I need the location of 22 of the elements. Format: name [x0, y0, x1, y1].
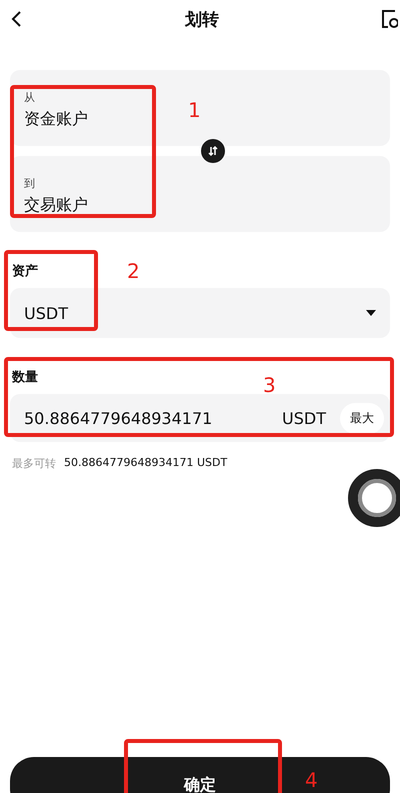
- max-button[interactable]: 最大: [340, 402, 384, 434]
- floating-ring-icon[interactable]: [347, 468, 400, 528]
- annotation-number: 1: [188, 98, 201, 122]
- account-name: 资金账户: [24, 109, 88, 130]
- unit-label: USDT: [282, 408, 326, 428]
- amount-field[interactable]: 50.8864779648934171 USDT 最大: [10, 394, 390, 442]
- annotation-number: 2: [127, 259, 140, 283]
- max-transfer-value: 50.8864779648934171 USDT: [64, 456, 228, 471]
- record-icon[interactable]: [380, 8, 398, 30]
- asset-label: 资产: [12, 262, 38, 280]
- asset-dropdown[interactable]: USDT: [10, 288, 390, 338]
- page-title: 划转: [185, 8, 219, 30]
- account-label: 到: [24, 176, 35, 191]
- account-label: 从: [24, 90, 35, 105]
- swap-arrows-icon: [207, 145, 219, 157]
- amount-label: 数量: [12, 369, 38, 386]
- annotation-number: 4: [305, 768, 318, 792]
- dropdown-caret-icon: [366, 310, 376, 316]
- account-selector[interactable]: 到 交易账户: [10, 156, 390, 232]
- annotation-number: 3: [263, 373, 276, 397]
- account-name: 交易账户: [24, 195, 88, 216]
- max-transfer-label: 最多可转: [12, 456, 56, 471]
